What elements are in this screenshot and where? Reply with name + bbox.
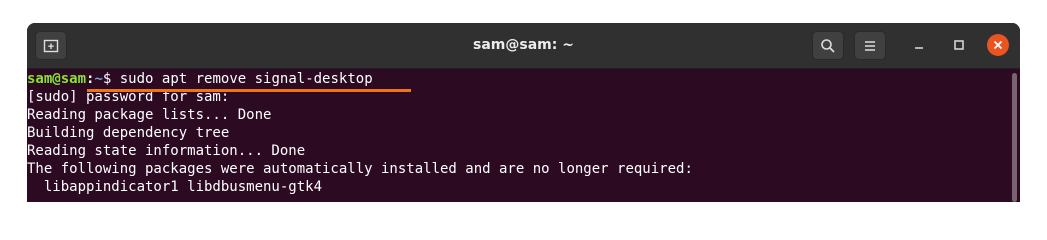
command-highlight-underline — [87, 89, 411, 92]
terminal-window: sam@sam: ~ sam@sam:~$ sudo apt remove si… — [27, 23, 1020, 202]
command-line: sam@sam:~$ sudo apt remove signal-deskto… — [27, 70, 1020, 88]
terminal-scrollbar[interactable] — [1012, 73, 1017, 202]
close-icon — [993, 40, 1003, 50]
output-line: Reading package lists... Done — [27, 107, 272, 123]
output-line: libappindicator1 libdbusmenu-gtk4 — [27, 179, 323, 195]
minimize-icon — [915, 47, 923, 49]
command-text: sudo apt remove signal-desktop — [111, 71, 373, 87]
search-icon — [821, 39, 835, 53]
output-line: Reading state information... Done — [27, 143, 306, 159]
search-button[interactable] — [812, 31, 844, 60]
close-button[interactable] — [987, 34, 1009, 56]
prompt-path: ~ — [94, 71, 103, 87]
title-bar[interactable]: sam@sam: ~ — [27, 23, 1020, 69]
output-line: Building dependency tree — [27, 125, 230, 141]
maximize-button[interactable] — [949, 35, 969, 55]
minimize-button[interactable] — [909, 35, 929, 55]
prompt-user-host: sam@sam — [27, 71, 87, 87]
menu-button[interactable] — [854, 31, 886, 60]
maximize-icon — [954, 40, 964, 50]
output-line: The following packages were automaticall… — [27, 161, 693, 177]
hamburger-menu-icon — [865, 41, 875, 51]
